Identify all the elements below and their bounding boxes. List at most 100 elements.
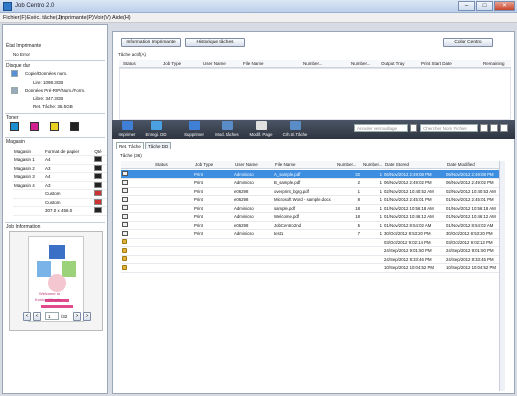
- active-jobs-list: [119, 68, 511, 120]
- divider: [5, 137, 105, 138]
- delete-button[interactable]: Supprimer: [180, 121, 208, 137]
- color-centro-button[interactable]: Color Centro: [443, 38, 493, 47]
- menu-help[interactable]: Aide(H): [112, 15, 131, 21]
- table-row[interactable]: Print Adminicso Welcome.pdf 18 1 01/Nov/2012 …: [121, 212, 499, 222]
- tray-empty-icon: [94, 198, 103, 205]
- cell-n1: 1: [335, 187, 361, 196]
- unlock-key-icon[interactable]: [410, 124, 417, 132]
- col-print-start[interactable]: Print Start Date: [421, 61, 452, 66]
- cell-file: JobCentro2nd: [273, 221, 335, 230]
- search-input[interactable]: Chercher Nom Fichier: [420, 124, 478, 132]
- last-page-button[interactable]: >: [83, 312, 91, 321]
- col-file-name[interactable]: File Name: [243, 61, 264, 66]
- col-job-type[interactable]: Job Type: [195, 162, 213, 167]
- col-status[interactable]: Status: [123, 61, 136, 66]
- table-row[interactable]: Print Adminicso test1 7 1 30/Oct/2012 8:53:20…: [121, 229, 499, 239]
- tray-name: Magasin 2: [13, 164, 44, 173]
- page-navigator: < < 1 /32 > >: [23, 312, 95, 321]
- left-panel: État Imprimante No Error Disque dur Copi…: [2, 24, 108, 394]
- table-row[interactable]: Print e06298 overprint_bgrg.pdf 1 1 02/Nov/20…: [121, 187, 499, 196]
- search-placeholder: Chercher Nom Fichier: [423, 126, 468, 131]
- table-row[interactable]: Print Adminicso sample.pdf 18 1 01/Nov/2012 1…: [121, 204, 499, 213]
- first-page-button[interactable]: <: [23, 312, 31, 321]
- modify-job-icon: [221, 121, 233, 130]
- minimize-button[interactable]: –: [458, 1, 475, 11]
- table-row[interactable]: 10/Sep/2012 10:04:52 PM 10/Sep/2012 10:04…: [121, 263, 499, 273]
- tray-qty: [93, 155, 107, 165]
- table-row[interactable]: Print e06298 JobCentro2nd 5 1 01/Nov/2012 8:5…: [121, 221, 499, 230]
- cell-stored: 01/Nov/2012 10:56:18 AM: [383, 204, 445, 213]
- next-page-button[interactable]: >: [73, 312, 81, 321]
- cell-file: [273, 263, 335, 273]
- print-button[interactable]: Imprimer: [116, 121, 138, 137]
- cell-user: [233, 246, 273, 256]
- cell-type: [193, 263, 233, 273]
- tray-name: [13, 206, 44, 216]
- tab-retained-jobs[interactable]: Ret. Tâche: [116, 142, 144, 149]
- close-button[interactable]: ✕: [494, 1, 515, 11]
- menu-file[interactable]: Fichier(F): [3, 15, 27, 21]
- table-row[interactable]: 24/Sep/2012 9:01:50 PM 24/Sep/2012 9:01:5…: [121, 246, 499, 256]
- col-remaining[interactable]: Remaining: [483, 61, 505, 66]
- tray-qty: [93, 189, 107, 199]
- toner-label: Toner: [6, 115, 19, 121]
- job-thumbnail-icon: [122, 205, 128, 211]
- menu-printer[interactable]: Imprimante(P): [59, 15, 94, 21]
- tray-level-icon: [94, 181, 103, 188]
- col-number-2[interactable]: Number...: [351, 61, 371, 66]
- table-row[interactable]: 03/Oct/2012 9:02:14 PM 03/Oct/2012 9:02:1…: [121, 238, 499, 247]
- table-row[interactable]: Print Adminicso B_sample.pdf 2 1 06/Nov/2012 …: [121, 178, 499, 188]
- cell-stored: 06/Nov/2012 2:49:02 PM: [383, 178, 445, 188]
- tray-name: [13, 189, 44, 199]
- unlock-input[interactable]: Annuler verrouillage: [354, 124, 408, 132]
- tray-name: Magasin 4: [13, 181, 44, 190]
- tray-level-icon: [94, 207, 103, 214]
- table-row[interactable]: Print Adminicso A_sample.pdf 32 1 06/Nov/2012…: [121, 170, 499, 179]
- edit-page-button[interactable]: Modif. Page: [246, 121, 276, 137]
- cell-n2: [361, 238, 383, 247]
- sort-jobs-button[interactable]: Crh.tri.Tâche: [278, 121, 312, 137]
- col-number-2[interactable]: Number...: [363, 162, 383, 167]
- cell-n2: 1: [361, 178, 383, 188]
- search-clear-icon[interactable]: [500, 124, 508, 132]
- cell-user: [233, 255, 273, 264]
- cell-type: [193, 246, 233, 256]
- tab-hdd-jobs[interactable]: Tâche DD: [145, 142, 172, 149]
- cell-status: [153, 170, 193, 179]
- tab-printer-info[interactable]: Information Imprimante: [121, 38, 181, 47]
- search-options-icon[interactable]: [490, 124, 498, 132]
- modify-jobs-button[interactable]: Mod. tâches: [210, 121, 244, 137]
- search-icon[interactable]: [480, 124, 488, 132]
- col-date-stored[interactable]: Date Stored: [385, 162, 409, 167]
- jobs-scrollbar[interactable]: [499, 161, 505, 391]
- cell-modified: 10/Sep/2012 10:04:52 PM: [445, 263, 499, 273]
- tab-job-history[interactable]: Historique tâches: [185, 38, 245, 47]
- tray-empty-icon: [94, 190, 103, 197]
- tray-format: Custom: [43, 198, 94, 207]
- col-user-name[interactable]: User Name: [203, 61, 226, 66]
- prev-page-button[interactable]: <: [33, 312, 41, 321]
- cell-icon: [121, 246, 153, 256]
- col-job-type[interactable]: Job Type: [163, 61, 181, 66]
- col-number-1[interactable]: Number...: [303, 61, 323, 66]
- save-hdd-button[interactable]: Enregi. DD: [142, 121, 170, 137]
- col-number-1[interactable]: Number...: [337, 162, 357, 167]
- col-file-name[interactable]: File Name: [275, 162, 296, 167]
- menu-view[interactable]: Voir(V): [94, 15, 111, 21]
- menu-job[interactable]: Exéc. tâche(J): [27, 15, 62, 21]
- col-output-tray[interactable]: Output Tray: [381, 61, 405, 66]
- delete-icon: [188, 121, 200, 130]
- page-input[interactable]: 1: [45, 312, 59, 320]
- print-label: Imprimer: [118, 132, 136, 137]
- rip-label: Données Pré-RIP/Num./Form.: [25, 88, 86, 93]
- table-row[interactable]: Print e06298 Microsoft Word - sample.docx 8…: [121, 195, 499, 205]
- cell-n1: 7: [335, 229, 361, 239]
- cell-type: Print: [193, 178, 233, 188]
- col-user-name[interactable]: User Name: [235, 162, 258, 167]
- col-status[interactable]: Status: [155, 162, 168, 167]
- col-date-modified[interactable]: Date Modified: [447, 162, 475, 167]
- unlock-placeholder: Annuler verrouillage: [357, 126, 398, 131]
- maximize-button[interactable]: □: [476, 1, 493, 11]
- document-thumbnail: Welcome to Konica Minolta: [28, 236, 84, 322]
- table-row[interactable]: 24/Sep/2012 8:33:46 PM 24/Sep/2012 8:33:4…: [121, 255, 499, 264]
